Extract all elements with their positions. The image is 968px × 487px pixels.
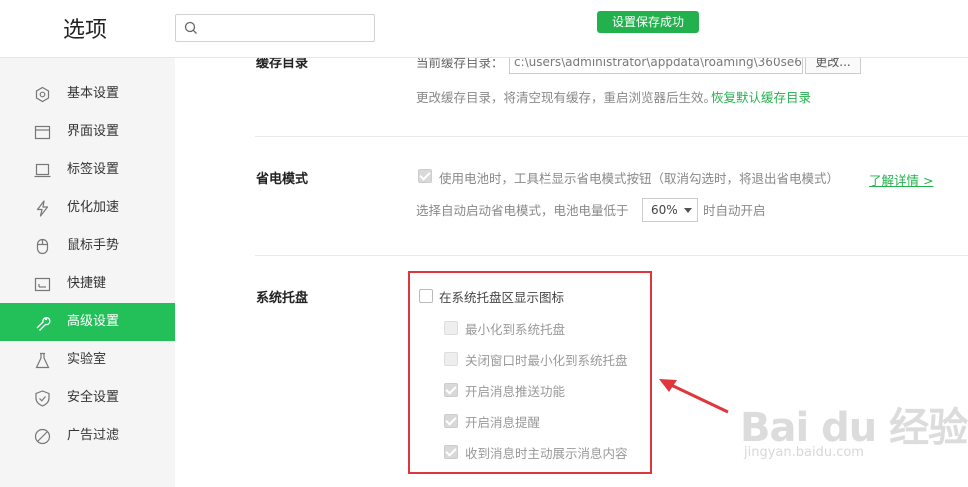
keyboard-icon xyxy=(34,277,51,292)
cache-dir-label: 当前缓存目录： xyxy=(416,58,504,70)
sidebar-item-label: 广告过滤 xyxy=(67,428,120,443)
page-title: 选项 xyxy=(63,18,108,43)
sidebar-item-basic[interactable]: 基本设置 xyxy=(0,75,175,113)
sidebar-item-tabs[interactable]: 标签设置 xyxy=(0,151,175,189)
sidebar-item-mouse[interactable]: 鼠标手势 xyxy=(0,227,175,265)
tray-option-label: 最小化到系统托盘 xyxy=(465,322,566,337)
watermark-url: jingyan.baidu.com xyxy=(744,445,864,460)
tab-icon xyxy=(34,163,51,178)
tray-option-label: 关闭窗口时最小化到系统托盘 xyxy=(465,353,628,368)
sidebar-item-advanced[interactable]: 高级设置 xyxy=(0,303,175,341)
wrench-icon xyxy=(36,316,51,331)
window-icon xyxy=(34,125,51,140)
power-section-title: 省电模式 xyxy=(256,172,309,187)
minimize-to-tray-checkbox[interactable] xyxy=(444,321,458,335)
sidebar-item-shortcuts[interactable]: 快捷键 xyxy=(0,265,175,303)
red-arrow-annotation xyxy=(659,379,729,414)
show-tray-icon-checkbox[interactable] xyxy=(419,289,433,303)
battery-level-value: 60% xyxy=(651,203,678,217)
message-reminder-checkbox[interactable] xyxy=(444,414,458,428)
sidebar-item-label: 快捷键 xyxy=(67,276,107,291)
chevron-down-icon xyxy=(684,208,692,213)
learn-more-link[interactable]: 了解详情 > xyxy=(869,170,933,189)
sidebar: 基本设置 界面设置 标签设置 优化加速 鼠标手势 快捷键 高级设置 实验室 安全… xyxy=(0,58,175,487)
sidebar-item-optimize[interactable]: 优化加速 xyxy=(0,189,175,227)
change-cache-button[interactable]: 更改... xyxy=(805,58,861,74)
sidebar-item-interface[interactable]: 界面设置 xyxy=(0,113,175,151)
shield-icon xyxy=(35,390,50,407)
save-success-toast: 设置保存成功 xyxy=(597,11,699,33)
cache-path-field[interactable]: c:\users\administrator\appdata\roaming\3… xyxy=(509,58,803,74)
lightning-icon xyxy=(36,200,49,217)
tray-option-label: 开启消息推送功能 xyxy=(465,384,566,399)
sidebar-item-label: 界面设置 xyxy=(67,124,120,139)
header: 选项 设置保存成功 xyxy=(0,0,968,58)
divider xyxy=(255,136,968,137)
power-mode-label: 使用电池时，工具栏显示省电模式按钮（取消勾选时，将退出省电模式） xyxy=(439,171,840,186)
power-auto-label: 选择自动启动省电模式，电池电量低于 xyxy=(416,203,629,218)
tray-option-label: 收到消息时主动展示消息内容 xyxy=(465,446,628,461)
restore-cache-link[interactable]: 恢复默认缓存目录 xyxy=(711,87,811,106)
sidebar-item-label: 鼠标手势 xyxy=(67,238,120,253)
sidebar-item-label: 安全设置 xyxy=(67,390,120,405)
sidebar-item-label: 基本设置 xyxy=(67,86,120,101)
sidebar-item-label: 标签设置 xyxy=(67,162,120,177)
mouse-icon xyxy=(36,238,49,255)
search-input[interactable] xyxy=(175,14,375,42)
push-notifications-checkbox[interactable] xyxy=(444,383,458,397)
power-auto-suffix: 时自动开启 xyxy=(703,203,766,218)
sidebar-item-label: 优化加速 xyxy=(67,200,120,215)
flask-icon xyxy=(35,352,50,369)
cache-section-title: 缓存目录 xyxy=(256,58,309,71)
cache-hint: 更改缓存目录，将清空现有缓存，重启浏览器后生效。 xyxy=(416,90,717,105)
sidebar-item-security[interactable]: 安全设置 xyxy=(0,379,175,417)
battery-level-select[interactable]: 60% xyxy=(642,198,698,222)
tray-section-title: 系统托盘 xyxy=(256,291,309,306)
show-message-content-checkbox[interactable] xyxy=(444,445,458,459)
divider xyxy=(255,255,968,256)
power-mode-checkbox[interactable] xyxy=(418,169,432,183)
sidebar-item-label: 高级设置 xyxy=(67,314,120,329)
search-icon xyxy=(184,21,197,34)
show-tray-icon-label: 在系统托盘区显示图标 xyxy=(439,290,565,305)
close-to-tray-checkbox[interactable] xyxy=(444,352,458,366)
sidebar-item-adblock[interactable]: 广告过滤 xyxy=(0,417,175,455)
settings-icon xyxy=(35,86,50,103)
sidebar-item-lab[interactable]: 实验室 xyxy=(0,341,175,379)
tray-option-label: 开启消息提醒 xyxy=(465,415,541,430)
block-icon xyxy=(34,428,51,445)
sidebar-item-label: 实验室 xyxy=(67,352,107,367)
